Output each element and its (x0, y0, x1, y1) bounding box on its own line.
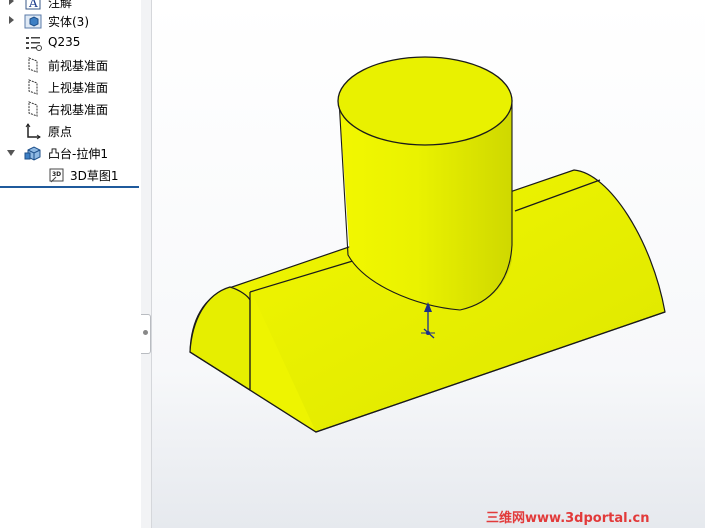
vertical-cylinder-top-face[interactable] (337, 56, 513, 146)
plane-icon (28, 79, 38, 95)
3d-sketch-icon: 3D (49, 168, 64, 183)
collapse-arrow-icon[interactable] (6, 149, 16, 157)
tree-item-label: 前视基准面 (48, 59, 109, 73)
tree-item-boss-extrude[interactable]: 凸台-拉伸1 (0, 142, 141, 164)
boss-extrude-icon (24, 146, 41, 161)
graphics-viewport[interactable] (152, 0, 705, 528)
tree-item-label: 凸台-拉伸1 (48, 147, 108, 161)
tree-item-label: 实体(3) (48, 15, 89, 29)
expand-arrow-icon[interactable] (8, 0, 16, 6)
tree-item-3d-sketch[interactable]: 3D 3D草图1 (0, 164, 141, 186)
feature-manager-tree: A 注解 实体(3) Q235 前视基准面 上视基准面 右视基准面 原点 凸台-… (0, 0, 142, 528)
tree-item-solid-bodies[interactable]: 实体(3) (0, 10, 141, 32)
3d-sketch-badge: 3D (52, 171, 61, 178)
svg-text:A: A (28, 0, 38, 10)
tree-item-label: 上视基准面 (48, 81, 109, 95)
tree-item-right-plane[interactable]: 右视基准面 (0, 98, 141, 120)
tree-item-origin[interactable]: 原点 (0, 120, 141, 142)
solid-bodies-folder-icon (24, 14, 42, 29)
tree-item-label: 3D草图1 (70, 169, 119, 183)
watermark-text: 三维网www.3dportal.cn (486, 511, 650, 526)
panel-splitter[interactable] (141, 0, 152, 528)
splitter-grip-icon (143, 330, 148, 335)
plane-icon (28, 57, 38, 73)
plane-icon (28, 101, 38, 117)
material-icon (26, 37, 42, 51)
tree-item-material[interactable]: Q235 (0, 32, 141, 54)
tree-item-label: Q235 (48, 35, 81, 49)
tree-item-label: 原点 (48, 125, 73, 139)
origin-icon (25, 123, 41, 140)
expand-arrow-icon[interactable] (8, 15, 16, 25)
tree-divider (0, 186, 139, 188)
tree-item-top-plane[interactable]: 上视基准面 (0, 76, 141, 98)
tree-item-label: 右视基准面 (48, 103, 109, 117)
tree-item-front-plane[interactable]: 前视基准面 (0, 54, 141, 76)
